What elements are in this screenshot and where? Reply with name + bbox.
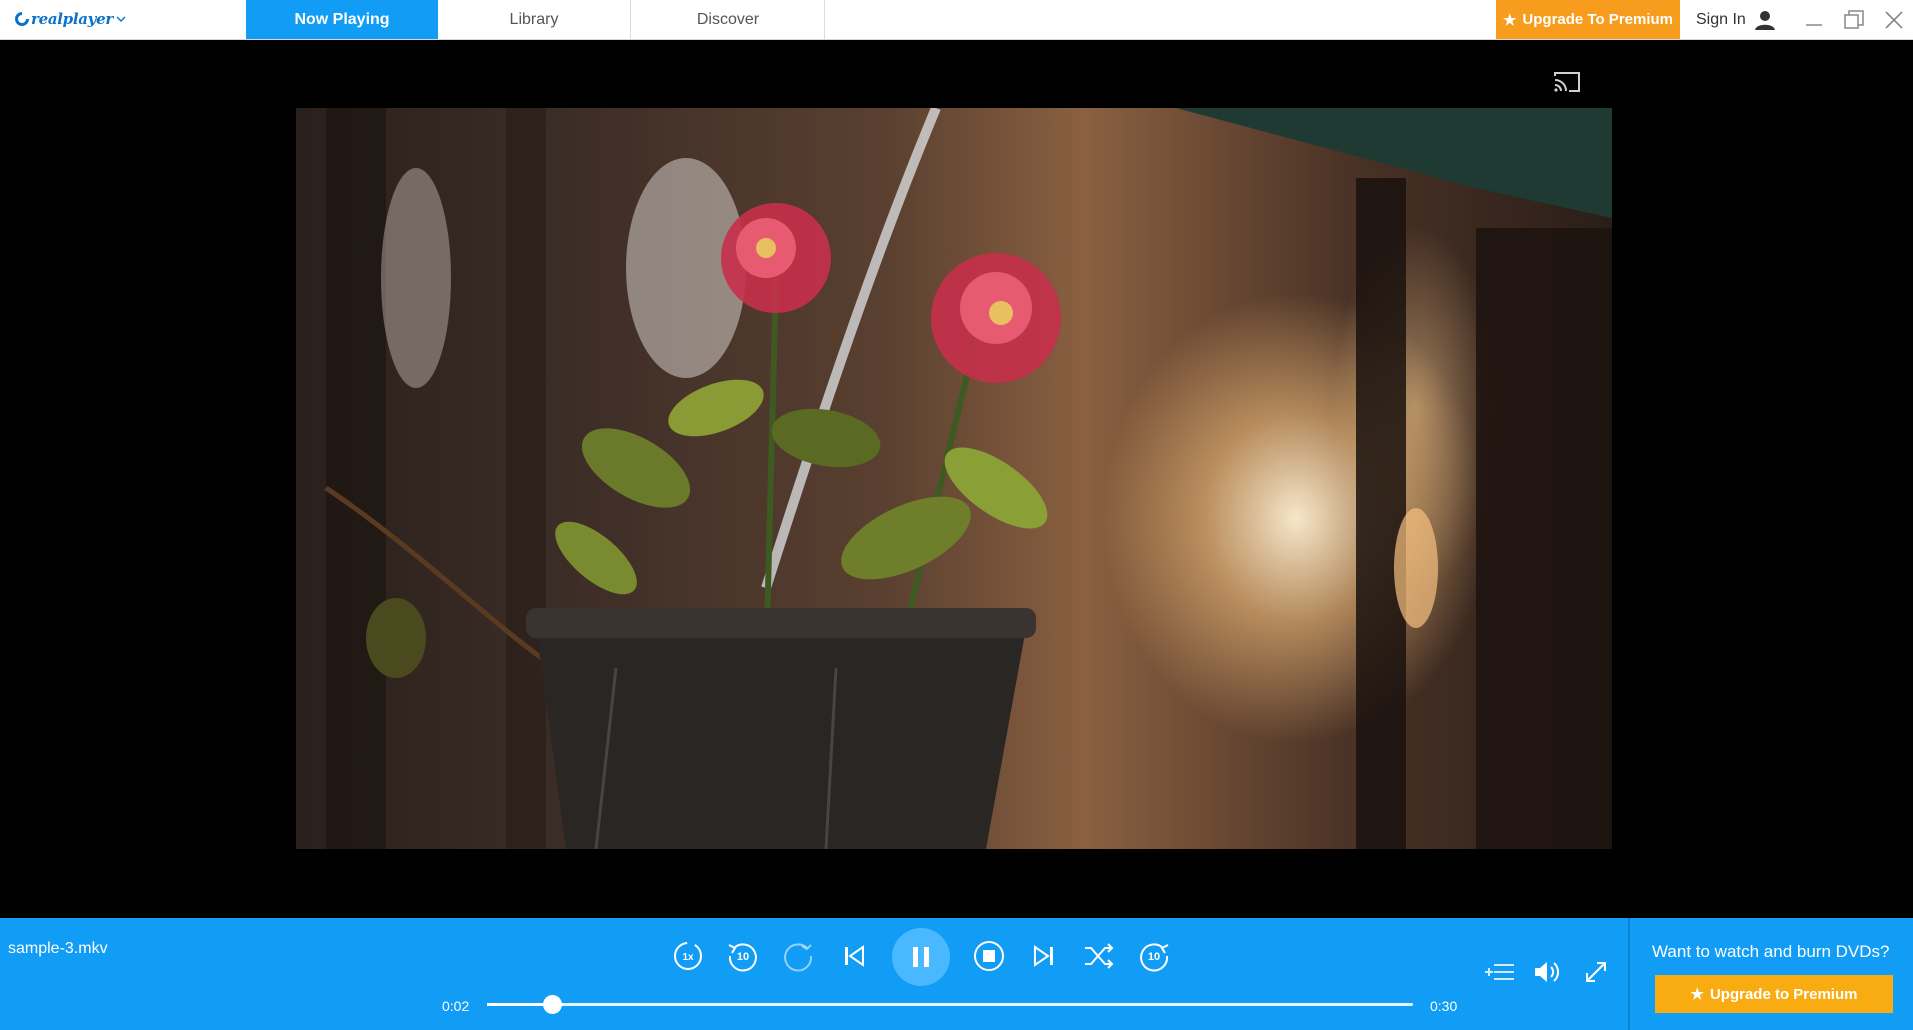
sign-in-button[interactable]: Sign In — [1696, 0, 1776, 39]
promo-text: Want to watch and burn DVDs? — [1652, 942, 1890, 961]
speed-dial-icon: 1x — [674, 942, 702, 970]
upgrade-label: Upgrade To Premium — [1522, 11, 1674, 28]
total-time: 0:30 — [1430, 998, 1458, 1014]
tab-discover[interactable]: Discover — [632, 0, 825, 39]
forward-10-icon: 10 — [1140, 943, 1169, 972]
app-menu-logo[interactable]: realplayer — [14, 5, 126, 33]
next-button[interactable] — [1024, 936, 1064, 976]
pause-button[interactable] — [892, 928, 950, 986]
forward-seconds-label: 10 — [1148, 951, 1160, 963]
speed-label: 1x — [682, 952, 694, 963]
rewind-seconds-label: 10 — [737, 951, 749, 963]
repeat-button[interactable] — [778, 936, 818, 976]
rewind-10-button[interactable]: 10 — [723, 936, 763, 976]
shuffle-button[interactable] — [1079, 936, 1119, 976]
volume-icon — [1535, 962, 1560, 982]
video-frame[interactable] — [296, 108, 1612, 849]
close-icon — [1885, 11, 1903, 29]
current-time: 0:02 — [442, 998, 470, 1014]
premium-promo-panel: Want to watch and burn DVDs? ★ Upgrade t… — [1628, 918, 1913, 1030]
tab-now-playing[interactable]: Now Playing — [246, 0, 438, 39]
seek-bar[interactable] — [487, 995, 1413, 1014]
user-icon — [1754, 10, 1775, 30]
star-icon: ★ — [1502, 11, 1517, 29]
logo-text: realplayer — [31, 10, 113, 28]
promo-upgrade-button[interactable]: ★ Upgrade to Premium — [1655, 975, 1893, 1013]
rewind-10-icon: 10 — [728, 943, 757, 972]
video-content-image — [324, 108, 1612, 849]
playback-speed-button[interactable]: 1x — [668, 936, 708, 976]
stop-icon — [974, 941, 1004, 971]
tab-library[interactable]: Library — [438, 0, 631, 39]
cast-icon[interactable] — [1552, 70, 1582, 94]
control-bar: sample-3.mkv 1x 10 10 0:02 0:30 — [0, 918, 1628, 1030]
skip-next-icon — [1034, 945, 1053, 967]
minimize-icon — [1806, 24, 1822, 26]
minimize-button[interactable] — [1798, 4, 1830, 36]
realplayer-logo-icon — [15, 12, 29, 26]
restore-button[interactable] — [1838, 4, 1870, 36]
star-icon: ★ — [1690, 986, 1704, 1003]
volume-button[interactable] — [1528, 952, 1568, 992]
playlist-add-icon — [1485, 964, 1514, 980]
forward-10-button[interactable]: 10 — [1134, 936, 1174, 976]
sign-in-label: Sign In — [1696, 10, 1746, 28]
pause-icon — [913, 947, 929, 967]
filename-label: sample-3.mkv — [8, 940, 108, 957]
fullscreen-icon — [1586, 962, 1606, 982]
shuffle-icon — [1085, 943, 1114, 969]
skip-previous-icon — [845, 945, 864, 967]
title-bar: realplayer Now Playing Library Discover … — [0, 0, 1913, 40]
close-button[interactable] — [1878, 4, 1910, 36]
playlist-add-button[interactable] — [1480, 952, 1520, 992]
promo-button-label: Upgrade to Premium — [1709, 985, 1858, 1003]
stop-button[interactable] — [969, 936, 1009, 976]
restore-icon — [1844, 10, 1864, 29]
repeat-icon — [784, 943, 813, 972]
seek-thumb[interactable] — [542, 995, 562, 1014]
upgrade-premium-button[interactable]: ★ Upgrade To Premium — [1496, 0, 1680, 39]
chevron-down-icon — [116, 16, 126, 22]
fullscreen-button[interactable] — [1576, 952, 1616, 992]
previous-button[interactable] — [834, 936, 874, 976]
